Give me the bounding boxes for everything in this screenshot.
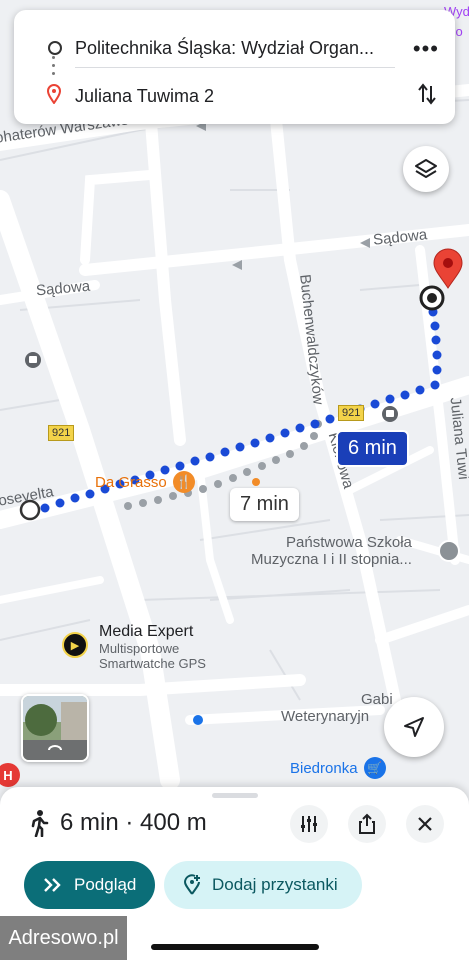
store-icon: ▶	[62, 632, 88, 658]
poi-media-expert-name: Media Expert	[99, 623, 194, 640]
navigation-arrow-icon	[404, 717, 424, 737]
add-stops-button-label: Dodaj przystanki	[212, 875, 338, 894]
poi-da-grasso-label: Da Grasso	[95, 473, 167, 491]
route-time-alternative[interactable]: 7 min	[230, 488, 299, 521]
poi-biedronka[interactable]: Biedronka 🛒	[290, 757, 386, 779]
poi-music-school-line2: Muzyczna I i II stopnia...	[251, 551, 412, 568]
sliders-icon	[301, 816, 317, 832]
destination-row[interactable]: Juliana Tuwima 2	[14, 76, 455, 116]
watermark: Adresowo.pl	[0, 916, 127, 960]
home-indicator[interactable]	[151, 944, 319, 950]
poi-music-school[interactable]: Państwowa Szkoła Muzyczna I i II stopnia…	[251, 534, 412, 568]
route-summary-text: 6 min · 400 m	[60, 809, 207, 836]
poi-music-school-line1: Państwowa Szkoła	[286, 534, 412, 551]
more-options-icon[interactable]: •••	[413, 36, 439, 62]
poi-biedronka-label: Biedronka	[290, 759, 358, 777]
layers-button[interactable]	[403, 146, 449, 192]
poi-media-expert[interactable]: ▶ Media Expert Multisportowe Smartwatche…	[62, 623, 206, 671]
add-location-icon	[183, 874, 200, 895]
share-button[interactable]	[348, 805, 386, 843]
poi-vet-line1: Gabi	[361, 691, 393, 708]
preview-button-label: Podgląd	[74, 875, 137, 894]
destination-field[interactable]: Juliana Tuwima 2	[75, 86, 214, 107]
poi-da-grasso[interactable]: Da Grasso 🍴	[95, 471, 195, 493]
school-icon	[438, 540, 460, 562]
drag-handle[interactable]	[212, 793, 258, 798]
poi-vet-line2: Weterynaryjn	[281, 708, 370, 725]
divider	[75, 67, 395, 68]
route-options-button[interactable]	[290, 805, 328, 843]
walking-icon	[31, 810, 49, 837]
origin-row[interactable]: Politechnika Śląska: Wydział Organ...	[14, 28, 455, 68]
poi-vet[interactable]: Gabi Weterynaryjn	[281, 691, 393, 725]
share-icon	[359, 813, 375, 834]
double-chevron-icon	[44, 878, 61, 892]
navigate-button[interactable]	[384, 697, 444, 757]
poi-media-expert-sub1: Multisportowe	[99, 641, 180, 656]
route-summary: 6 min · 400 m	[28, 809, 207, 837]
road-badge-921: 921	[338, 405, 365, 421]
close-button[interactable]	[406, 805, 444, 843]
shopping-cart-icon: 🛒	[363, 757, 386, 779]
restaurant-icon: 🍴	[172, 471, 195, 493]
road-badge-921: 921	[48, 425, 75, 441]
layers-icon	[415, 159, 437, 178]
destination-pin-icon	[46, 83, 62, 109]
preview-button[interactable]: Podgląd	[24, 861, 155, 909]
poi-media-expert-sub2: Smartwatche GPS	[99, 656, 206, 671]
origin-field[interactable]: Politechnika Śląska: Wydział Organ...	[75, 38, 374, 59]
street-view-thumbnail[interactable]	[21, 694, 89, 762]
origin-circle-icon	[48, 41, 62, 55]
add-stops-button[interactable]: Dodaj przystanki	[164, 861, 362, 909]
close-icon	[418, 817, 432, 831]
route-card: Politechnika Śląska: Wydział Organ... Ju…	[14, 10, 455, 124]
route-time-primary[interactable]: 6 min	[336, 430, 409, 467]
swap-directions-icon[interactable]	[417, 82, 437, 111]
